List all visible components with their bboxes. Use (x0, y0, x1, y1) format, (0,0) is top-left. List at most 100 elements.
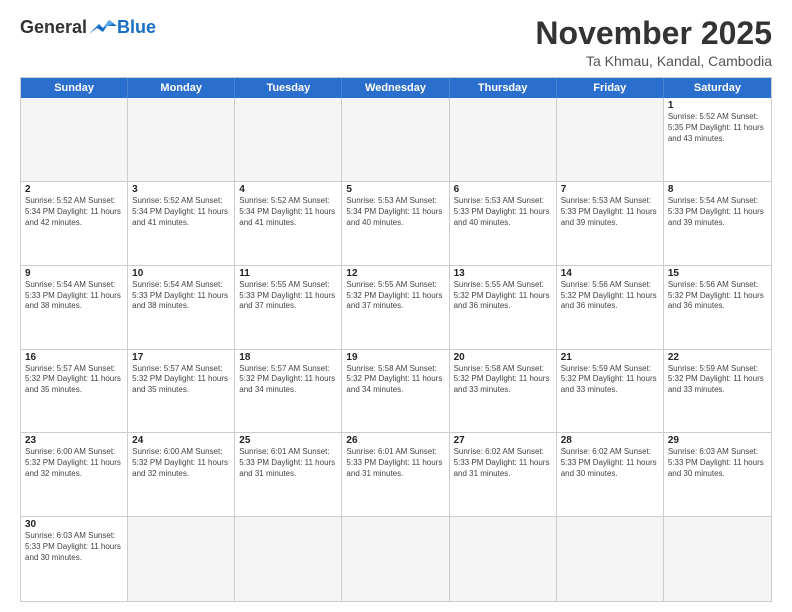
day-number-r3-c5: 21 (561, 352, 659, 363)
calendar-body: 1Sunrise: 5:52 AM Sunset: 5:35 PM Daylig… (21, 98, 771, 601)
logo-blue-text: Blue (117, 17, 156, 38)
cal-cell-r3-c1: 17Sunrise: 5:57 AM Sunset: 5:32 PM Dayli… (128, 350, 235, 433)
day-number-r1-c5: 7 (561, 184, 659, 195)
cal-row-1: 2Sunrise: 5:52 AM Sunset: 5:34 PM Daylig… (21, 182, 771, 266)
cal-cell-r5-c4 (450, 517, 557, 601)
day-number-r1-c6: 8 (668, 184, 767, 195)
day-number-r4-c6: 29 (668, 435, 767, 446)
cal-cell-r3-c0: 16Sunrise: 5:57 AM Sunset: 5:32 PM Dayli… (21, 350, 128, 433)
cal-cell-r0-c1 (128, 98, 235, 181)
day-number-r3-c0: 16 (25, 352, 123, 363)
location: Ta Khmau, Kandal, Cambodia (535, 53, 772, 69)
cal-row-3: 16Sunrise: 5:57 AM Sunset: 5:32 PM Dayli… (21, 350, 771, 434)
cell-text-r1-c4: Sunrise: 5:53 AM Sunset: 5:33 PM Dayligh… (454, 196, 552, 228)
cell-text-r3-c1: Sunrise: 5:57 AM Sunset: 5:32 PM Dayligh… (132, 364, 230, 396)
day-number-r3-c2: 18 (239, 352, 337, 363)
day-number-r4-c2: 25 (239, 435, 337, 446)
cal-cell-r1-c2: 4Sunrise: 5:52 AM Sunset: 5:34 PM Daylig… (235, 182, 342, 265)
cal-cell-r4-c4: 27Sunrise: 6:02 AM Sunset: 5:33 PM Dayli… (450, 433, 557, 516)
day-number-r5-c0: 30 (25, 519, 123, 530)
cal-cell-r4-c0: 23Sunrise: 6:00 AM Sunset: 5:32 PM Dayli… (21, 433, 128, 516)
cal-cell-r2-c1: 10Sunrise: 5:54 AM Sunset: 5:33 PM Dayli… (128, 266, 235, 349)
cell-text-r2-c4: Sunrise: 5:55 AM Sunset: 5:32 PM Dayligh… (454, 280, 552, 312)
cal-cell-r2-c0: 9Sunrise: 5:54 AM Sunset: 5:33 PM Daylig… (21, 266, 128, 349)
cal-cell-r5-c0: 30Sunrise: 6:03 AM Sunset: 5:33 PM Dayli… (21, 517, 128, 601)
logo-bird-icon (89, 16, 117, 38)
cal-cell-r4-c1: 24Sunrise: 6:00 AM Sunset: 5:32 PM Dayli… (128, 433, 235, 516)
cell-text-r1-c3: Sunrise: 5:53 AM Sunset: 5:34 PM Dayligh… (346, 196, 444, 228)
header-thursday: Thursday (450, 78, 557, 98)
cal-cell-r3-c4: 20Sunrise: 5:58 AM Sunset: 5:32 PM Dayli… (450, 350, 557, 433)
cal-cell-r0-c3 (342, 98, 449, 181)
cal-cell-r5-c3 (342, 517, 449, 601)
day-number-r4-c0: 23 (25, 435, 123, 446)
cal-cell-r2-c4: 13Sunrise: 5:55 AM Sunset: 5:32 PM Dayli… (450, 266, 557, 349)
day-number-r2-c2: 11 (239, 268, 337, 279)
day-number-r2-c6: 15 (668, 268, 767, 279)
cal-cell-r2-c5: 14Sunrise: 5:56 AM Sunset: 5:32 PM Dayli… (557, 266, 664, 349)
cell-text-r2-c2: Sunrise: 5:55 AM Sunset: 5:33 PM Dayligh… (239, 280, 337, 312)
cal-cell-r5-c2 (235, 517, 342, 601)
cal-row-2: 9Sunrise: 5:54 AM Sunset: 5:33 PM Daylig… (21, 266, 771, 350)
cal-cell-r3-c5: 21Sunrise: 5:59 AM Sunset: 5:32 PM Dayli… (557, 350, 664, 433)
cal-cell-r2-c6: 15Sunrise: 5:56 AM Sunset: 5:32 PM Dayli… (664, 266, 771, 349)
cal-cell-r5-c5 (557, 517, 664, 601)
cell-text-r3-c2: Sunrise: 5:57 AM Sunset: 5:32 PM Dayligh… (239, 364, 337, 396)
cal-row-5: 30Sunrise: 6:03 AM Sunset: 5:33 PM Dayli… (21, 517, 771, 601)
cal-cell-r1-c1: 3Sunrise: 5:52 AM Sunset: 5:34 PM Daylig… (128, 182, 235, 265)
day-number-r3-c1: 17 (132, 352, 230, 363)
cal-cell-r1-c4: 6Sunrise: 5:53 AM Sunset: 5:33 PM Daylig… (450, 182, 557, 265)
page: General Blue November 2025 Ta Khmau, Kan… (0, 0, 792, 612)
cell-text-r3-c4: Sunrise: 5:58 AM Sunset: 5:32 PM Dayligh… (454, 364, 552, 396)
calendar-header: Sunday Monday Tuesday Wednesday Thursday… (21, 78, 771, 98)
header-tuesday: Tuesday (235, 78, 342, 98)
cal-cell-r1-c3: 5Sunrise: 5:53 AM Sunset: 5:34 PM Daylig… (342, 182, 449, 265)
cal-cell-r4-c3: 26Sunrise: 6:01 AM Sunset: 5:33 PM Dayli… (342, 433, 449, 516)
day-number-r2-c1: 10 (132, 268, 230, 279)
cal-cell-r1-c6: 8Sunrise: 5:54 AM Sunset: 5:33 PM Daylig… (664, 182, 771, 265)
cal-cell-r0-c5 (557, 98, 664, 181)
day-number-r1-c2: 4 (239, 184, 337, 195)
cell-text-r4-c3: Sunrise: 6:01 AM Sunset: 5:33 PM Dayligh… (346, 447, 444, 479)
cell-text-r3-c0: Sunrise: 5:57 AM Sunset: 5:32 PM Dayligh… (25, 364, 123, 396)
cell-text-r1-c1: Sunrise: 5:52 AM Sunset: 5:34 PM Dayligh… (132, 196, 230, 228)
day-number-r0-c6: 1 (668, 100, 767, 111)
header-monday: Monday (128, 78, 235, 98)
day-number-r3-c6: 22 (668, 352, 767, 363)
cell-text-r4-c5: Sunrise: 6:02 AM Sunset: 5:33 PM Dayligh… (561, 447, 659, 479)
header-friday: Friday (557, 78, 664, 98)
cal-cell-r1-c5: 7Sunrise: 5:53 AM Sunset: 5:33 PM Daylig… (557, 182, 664, 265)
cell-text-r2-c6: Sunrise: 5:56 AM Sunset: 5:32 PM Dayligh… (668, 280, 767, 312)
day-number-r4-c5: 28 (561, 435, 659, 446)
header-saturday: Saturday (664, 78, 771, 98)
day-number-r1-c1: 3 (132, 184, 230, 195)
calendar: Sunday Monday Tuesday Wednesday Thursday… (20, 77, 772, 602)
cal-cell-r2-c3: 12Sunrise: 5:55 AM Sunset: 5:32 PM Dayli… (342, 266, 449, 349)
title-section: November 2025 Ta Khmau, Kandal, Cambodia (535, 16, 772, 69)
day-number-r1-c3: 5 (346, 184, 444, 195)
cell-text-r3-c3: Sunrise: 5:58 AM Sunset: 5:32 PM Dayligh… (346, 364, 444, 396)
cell-text-r3-c6: Sunrise: 5:59 AM Sunset: 5:32 PM Dayligh… (668, 364, 767, 396)
cal-cell-r3-c3: 19Sunrise: 5:58 AM Sunset: 5:32 PM Dayli… (342, 350, 449, 433)
header-sunday: Sunday (21, 78, 128, 98)
cal-row-0: 1Sunrise: 5:52 AM Sunset: 5:35 PM Daylig… (21, 98, 771, 182)
cal-cell-r0-c0 (21, 98, 128, 181)
day-number-r2-c4: 13 (454, 268, 552, 279)
cell-text-r1-c5: Sunrise: 5:53 AM Sunset: 5:33 PM Dayligh… (561, 196, 659, 228)
cell-text-r5-c0: Sunrise: 6:03 AM Sunset: 5:33 PM Dayligh… (25, 531, 123, 563)
cal-cell-r4-c5: 28Sunrise: 6:02 AM Sunset: 5:33 PM Dayli… (557, 433, 664, 516)
logo: General Blue (20, 16, 156, 38)
cal-cell-r5-c1 (128, 517, 235, 601)
cell-text-r4-c4: Sunrise: 6:02 AM Sunset: 5:33 PM Dayligh… (454, 447, 552, 479)
cell-text-r1-c6: Sunrise: 5:54 AM Sunset: 5:33 PM Dayligh… (668, 196, 767, 228)
cal-cell-r0-c2 (235, 98, 342, 181)
cell-text-r4-c6: Sunrise: 6:03 AM Sunset: 5:33 PM Dayligh… (668, 447, 767, 479)
cell-text-r1-c2: Sunrise: 5:52 AM Sunset: 5:34 PM Dayligh… (239, 196, 337, 228)
cell-text-r4-c0: Sunrise: 6:00 AM Sunset: 5:32 PM Dayligh… (25, 447, 123, 479)
cell-text-r3-c5: Sunrise: 5:59 AM Sunset: 5:32 PM Dayligh… (561, 364, 659, 396)
cal-cell-r3-c6: 22Sunrise: 5:59 AM Sunset: 5:32 PM Dayli… (664, 350, 771, 433)
day-number-r3-c3: 19 (346, 352, 444, 363)
cell-text-r4-c2: Sunrise: 6:01 AM Sunset: 5:33 PM Dayligh… (239, 447, 337, 479)
cal-cell-r2-c2: 11Sunrise: 5:55 AM Sunset: 5:33 PM Dayli… (235, 266, 342, 349)
day-number-r2-c0: 9 (25, 268, 123, 279)
